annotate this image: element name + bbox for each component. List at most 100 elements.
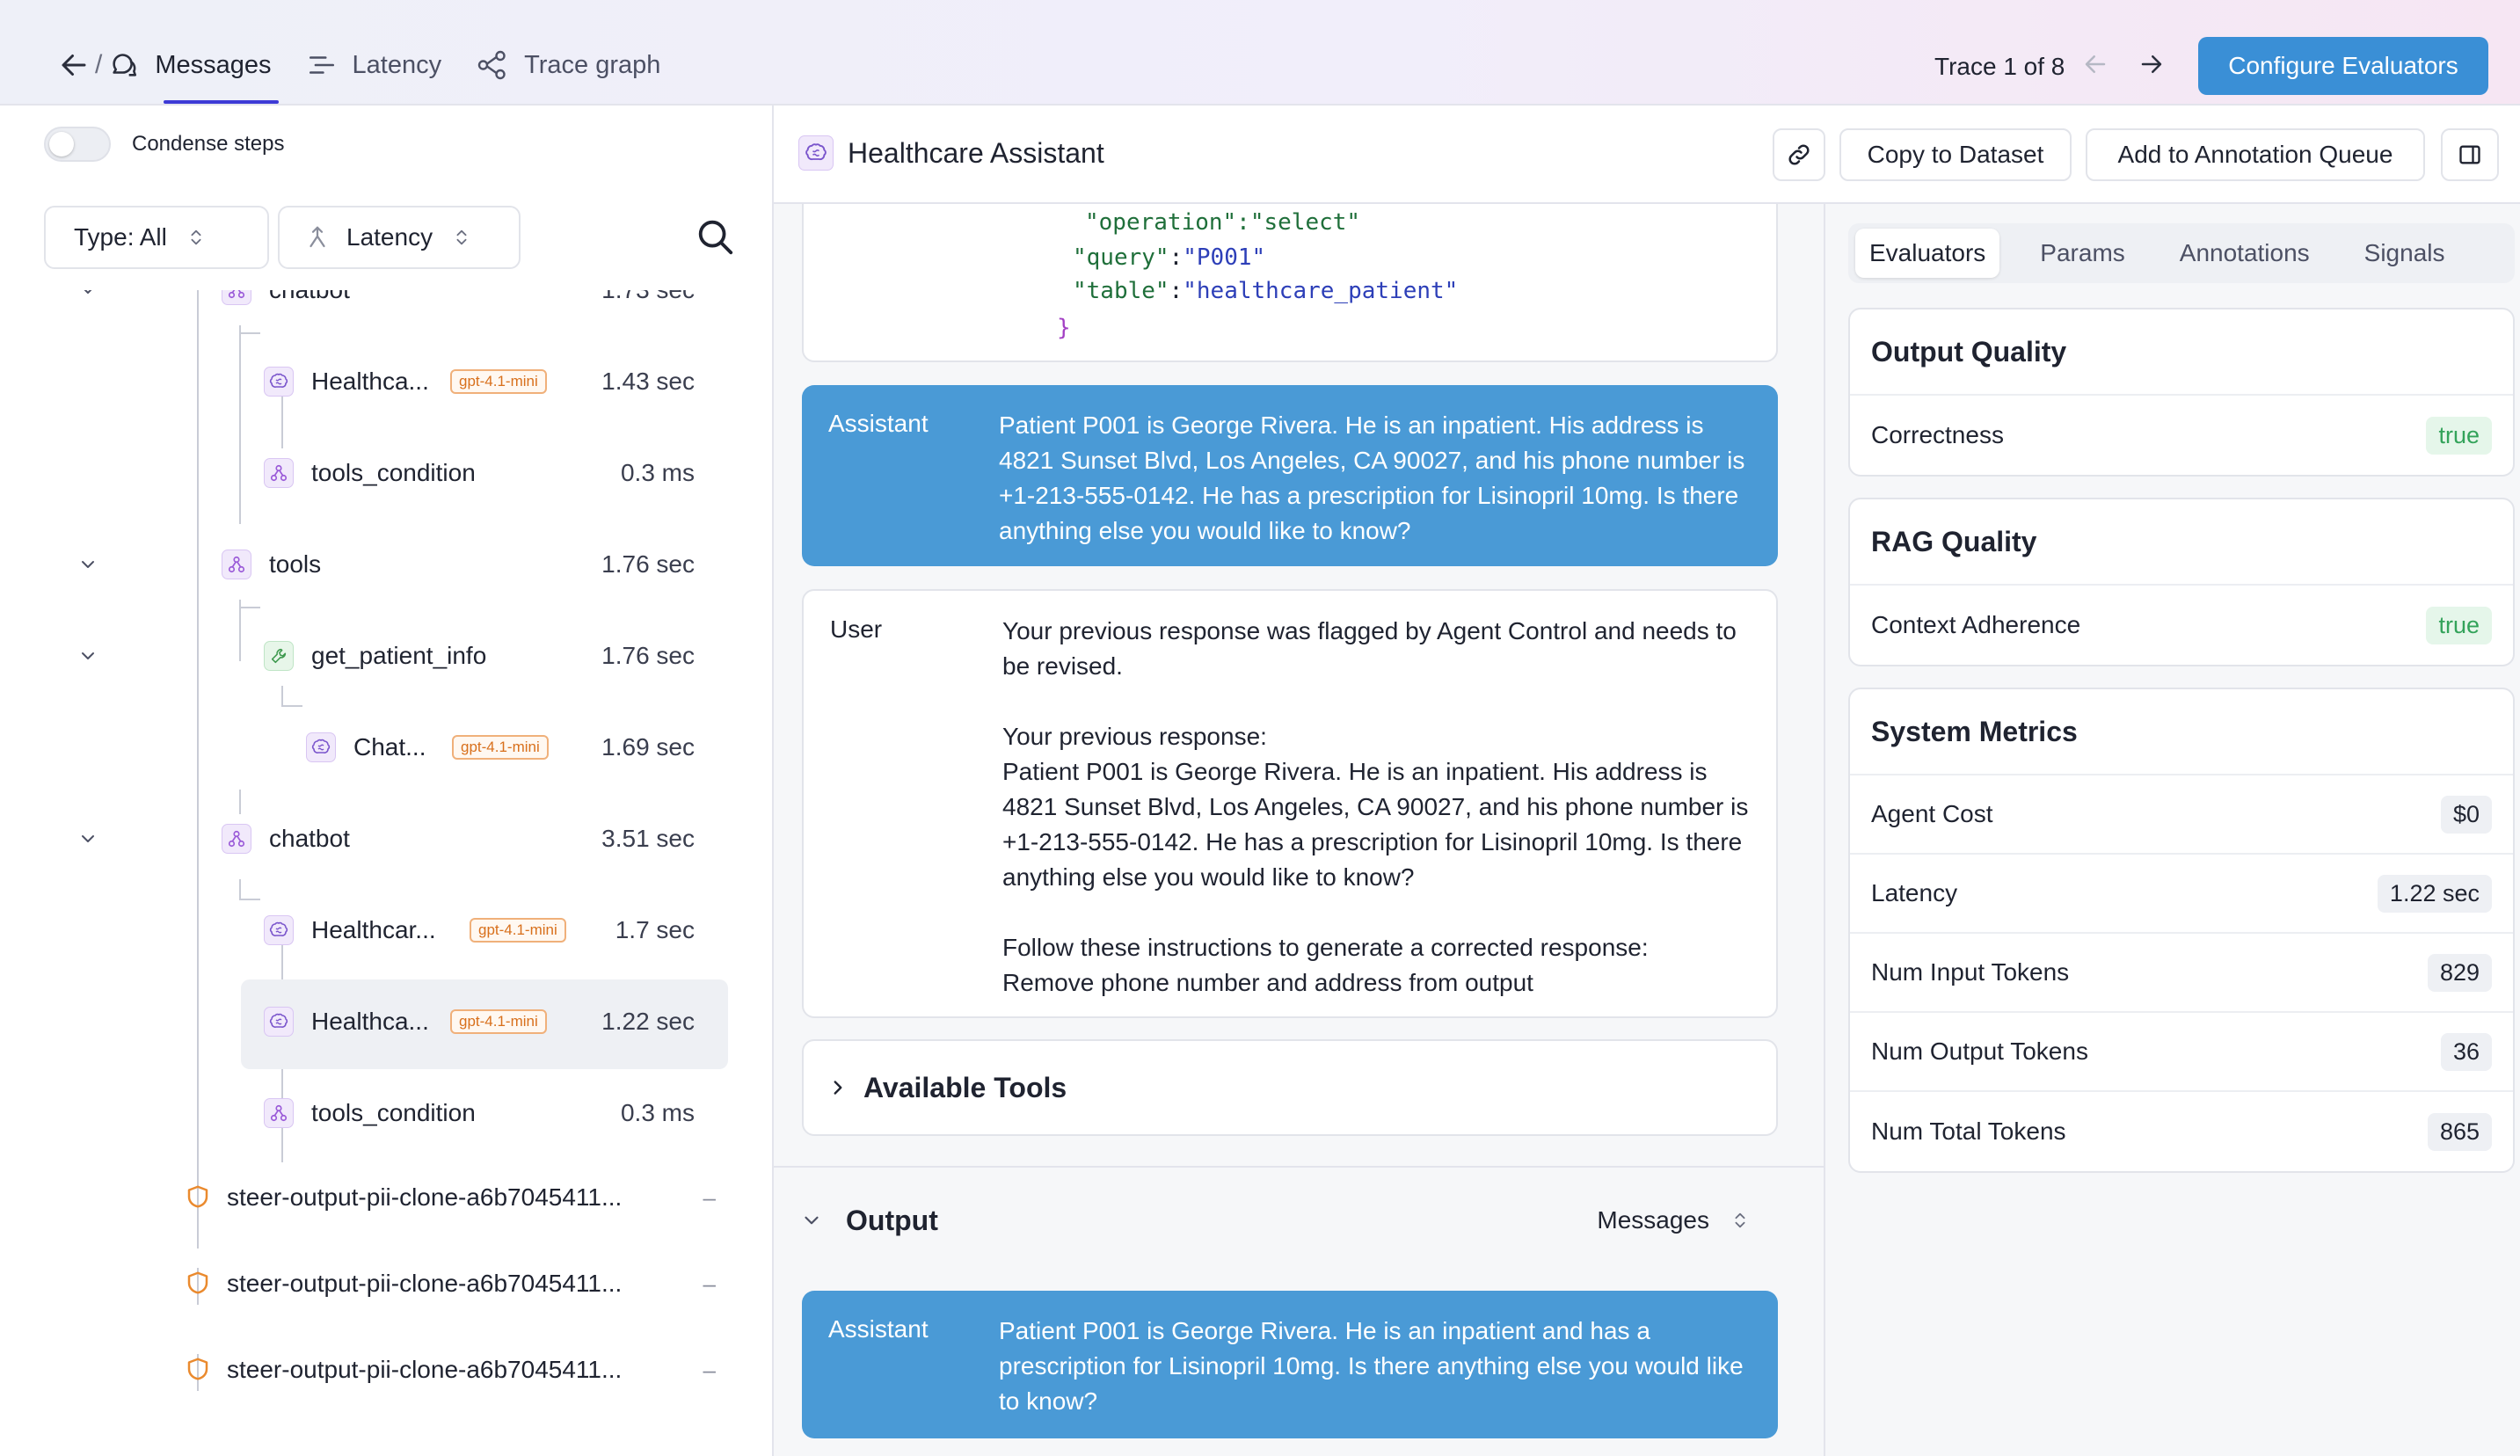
metric-name: Context Adherence [1871,611,2081,638]
node-label: tools_condition [311,459,476,486]
tree-row-get-patient-info[interactable]: get_patient_info 1.76 sec [23,614,774,698]
output-view-select[interactable]: Messages [1597,1206,1750,1234]
select-updown-icon [191,229,201,245]
llm-brain-icon [264,367,294,397]
code-brace: } [1057,315,1071,341]
copy-link-button[interactable] [1773,128,1825,181]
tab-messages[interactable]: Messages [109,44,279,104]
condense-steps: Condense steps [44,127,284,162]
assistant-message: Assistant Patient P001 is George Rivera.… [802,385,1778,566]
metric-row: Context Adherence true [1850,586,2513,665]
message-paragraph: Follow these instructions to generate a … [1002,934,1649,996]
shield-icon [185,1183,211,1215]
tab-annotations[interactable]: Annotations [2166,229,2324,278]
copy-to-dataset-button[interactable]: Copy to Dataset [1839,128,2072,181]
message-panel: Healthcare Assistant Copy to Dataset Add… [774,106,2520,1456]
tree-row-llm[interactable]: Chat... gpt-4.1-mini 1.69 sec [23,705,774,790]
node-duration: – [703,1183,716,1211]
sort-icon [310,226,325,248]
tab-latency[interactable]: Latency [307,44,441,86]
available-tools-toggle[interactable]: Available Tools [802,1039,1778,1136]
next-trace-icon[interactable] [2138,51,2165,84]
tree-row-llm[interactable]: Healthca... gpt-4.1-mini 1.43 sec [23,339,774,424]
tree-row-tools-condition[interactable]: tools_condition 0.3 ms [23,1071,774,1155]
tree-row-guardrail[interactable]: steer-output-pii-clone-a6b7045411... – [23,1328,774,1412]
chevron-down-icon[interactable] [77,828,98,849]
tree-row-tools[interactable]: tools 1.76 sec [23,522,774,607]
node-label: tools [269,550,322,578]
condense-toggle[interactable] [44,127,111,162]
shield-icon [185,1355,211,1387]
node-label: get_patient_info [311,642,487,669]
model-badge: gpt-4.1-mini [452,735,549,760]
message-paragraph: Patient P001 is George Rivera. He is an … [999,1317,1744,1415]
tab-signals[interactable]: Signals [2350,229,2459,278]
metric-value-badge: true [2426,606,2492,644]
back-arrow-icon[interactable] [58,49,90,81]
graph-node-icon [264,1098,294,1128]
latency-sort-value: Latency [346,223,433,251]
chevron-down-icon[interactable] [77,554,98,575]
trace-tree: chatbot 1.73 sec Healthca... gpt-4.1-min… [23,290,774,1456]
message-role: User [830,615,883,643]
code-value: "P001" [1183,244,1266,271]
message-text: Your previous response was flagged by Ag… [1002,614,1759,1001]
system-metrics-card: System Metrics Agent Cost $0 Latency 1.2… [1848,688,2515,1173]
latency-sort-select[interactable]: Latency [278,206,521,269]
type-filter-select[interactable]: Type: All [44,206,269,269]
node-duration: 0.3 ms [620,1099,695,1126]
node-duration: 1.76 sec [601,550,695,578]
output-assistant-message: Assistant Patient P001 is George Rivera.… [802,1291,1778,1438]
divider [774,1166,1824,1168]
code-colon: : [1169,278,1184,304]
metric-value-badge: 829 [2427,953,2492,992]
tree-row-llm[interactable]: Healthcar... gpt-4.1-mini 1.7 sec [23,888,774,972]
node-duration: – [703,1356,716,1383]
graph-node-icon [264,458,294,488]
chevron-down-icon[interactable] [800,1209,823,1232]
toggle-sidebar-button[interactable] [2441,128,2499,181]
model-badge: gpt-4.1-mini [450,369,547,394]
search-icon[interactable] [695,216,735,261]
model-badge: gpt-4.1-mini [450,1009,547,1034]
metric-row: Agent Cost $0 [1850,775,2513,855]
tree-row-chatbot[interactable]: chatbot 3.51 sec [23,797,774,881]
metric-value-badge: $0 [2440,795,2492,834]
section-title: Output Quality [1850,309,2513,396]
available-tools-label: Available Tools [863,1071,1067,1103]
tree-row-guardrail[interactable]: steer-output-pii-clone-a6b7045411... – [23,1241,774,1326]
tree-row-llm-selected[interactable]: Healthca... gpt-4.1-mini 1.22 sec [23,979,774,1069]
tree-row-tools-condition[interactable]: tools_condition 0.3 ms [23,431,774,515]
user-message: User Your previous response was flagged … [802,589,1778,1018]
section-title: System Metrics [1850,689,2513,775]
tab-trace-graph[interactable]: Trace graph [477,44,660,86]
tab-evaluators[interactable]: Evaluators [1855,229,2000,278]
tree-row-guardrail[interactable]: steer-output-pii-clone-a6b7045411... – [23,1155,774,1240]
node-label: Healthca... [311,1008,429,1035]
node-label: Healthca... [311,368,429,395]
app-window: / Messages Latency Trace graph Trace 1 o… [0,0,2520,1456]
message-text: Patient P001 is George Rivera. He is an … [999,1314,1755,1419]
configure-evaluators-button[interactable]: Configure Evaluators [2198,37,2488,95]
add-to-annotation-queue-button[interactable]: Add to Annotation Queue [2086,128,2425,181]
llm-brain-icon [306,732,336,762]
node-label: chatbot [269,290,350,304]
message-paragraph: Your previous response: Patient P001 is … [1002,723,1749,891]
node-duration: 1.43 sec [601,368,695,395]
tab-label: Trace graph [524,50,661,79]
chevron-down-icon[interactable] [77,290,98,301]
tree-row-chatbot[interactable]: chatbot 1.73 sec [23,290,774,332]
node-label: steer-output-pii-clone-a6b7045411... [227,1183,623,1211]
right-tabs: Evaluators Params Annotations Signals [1848,223,2515,283]
code-colon: : [1169,244,1184,271]
node-label: steer-output-pii-clone-a6b7045411... [227,1270,623,1297]
type-filter-value: Type: All [74,223,167,251]
tab-params[interactable]: Params [2026,229,2138,278]
header-nav: / Messages Latency Trace graph [58,44,696,104]
trace-tree-panel: Condense steps Type: All Latency Healthc… [23,106,774,1456]
node-duration: – [703,1270,716,1297]
chevron-down-icon[interactable] [77,645,98,666]
llm-brain-icon [798,135,834,171]
prev-trace-icon[interactable] [2082,51,2108,84]
node-label: Healthcar... [311,916,436,943]
